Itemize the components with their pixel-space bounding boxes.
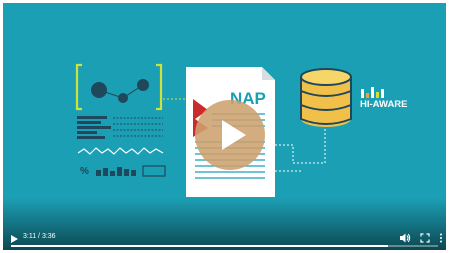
fullscreen-icon [420, 233, 430, 243]
percent-label: % [80, 166, 89, 177]
video-controls-bar: 3:11 / 3:36 [3, 228, 446, 250]
database-icon [300, 68, 352, 127]
data-analytics-graphic [75, 63, 166, 177]
play-icon [11, 235, 18, 243]
brand-label: HI-AWARE [360, 99, 408, 110]
progress-bar[interactable] [11, 245, 438, 247]
volume-icon [400, 233, 411, 243]
big-play-button[interactable] [195, 100, 265, 170]
hi-aware-logo-icon [361, 87, 384, 98]
play-icon [222, 120, 246, 150]
fullscreen-button[interactable] [419, 231, 431, 243]
play-button[interactable] [8, 232, 20, 244]
more-vert-icon [440, 233, 442, 243]
more-options-button[interactable] [437, 231, 445, 243]
progress-fill [11, 245, 389, 247]
video-player[interactable]: NAP HI-AWARE % 3:11 / 3:36 [3, 3, 446, 250]
volume-button[interactable] [399, 231, 411, 243]
time-display: 3:11 / 3:36 [23, 233, 56, 240]
